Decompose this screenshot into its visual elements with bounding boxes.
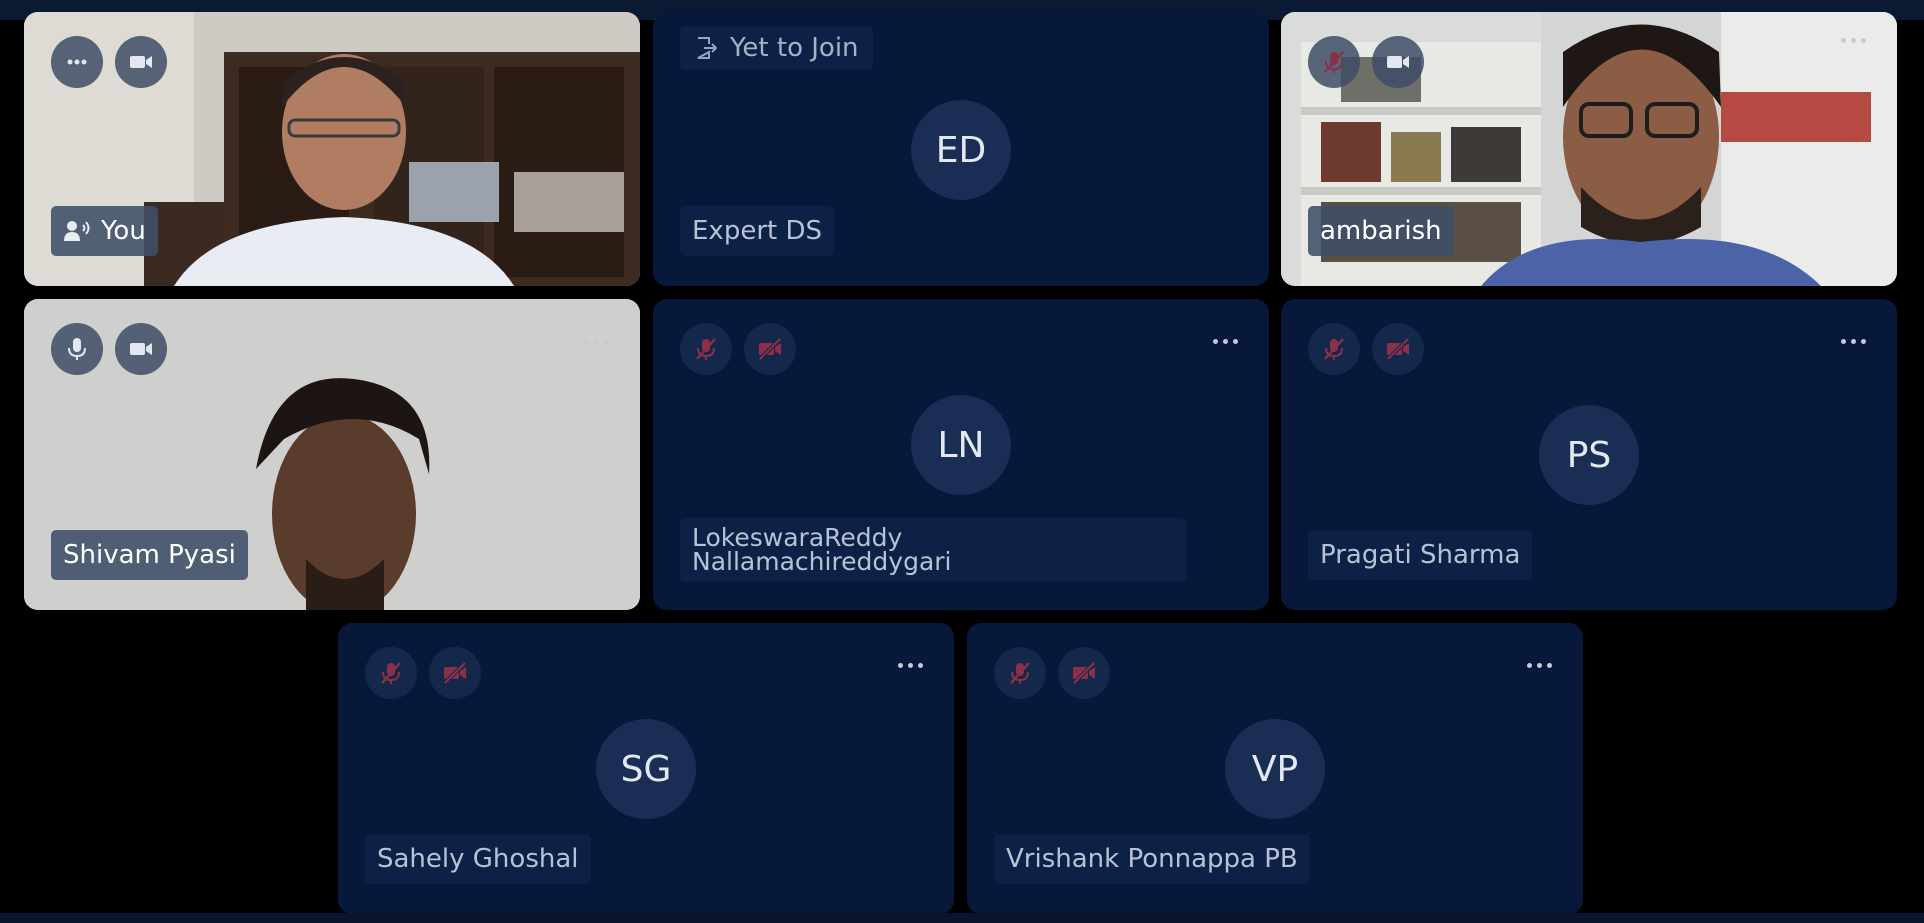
yet-to-join-status: Yet to Join (680, 26, 873, 70)
camera-status-button[interactable] (1372, 323, 1424, 375)
speaking-user-icon (64, 221, 90, 241)
video-camera-icon (130, 343, 152, 355)
participant-tile-sahely-ghoshal[interactable]: SG Sahely Ghoshal (338, 623, 954, 914)
participant-name: Shivam Pyasi (51, 530, 248, 580)
participant-tile-expert-ds[interactable]: Yet to Join ED Expert DS (653, 12, 1269, 286)
participant-name-line2: Nallamachireddygari (692, 547, 952, 576)
dot (1860, 37, 1866, 43)
microphone-muted-icon (1324, 51, 1344, 73)
video-camera-off-icon (1386, 337, 1410, 361)
more-options-button[interactable] (51, 36, 103, 88)
more-options-button[interactable] (1205, 329, 1245, 353)
participant-name-label: You (51, 206, 158, 256)
dot (1850, 338, 1856, 344)
mic-status-button[interactable] (1308, 36, 1360, 88)
more-options-button[interactable] (1833, 329, 1873, 353)
avatar-initials: LN (911, 395, 1011, 495)
more-options-button[interactable] (1833, 28, 1873, 52)
participant-name-label: LokeswaraReddy Nallamachireddygari (680, 518, 1186, 582)
camera-status-button[interactable] (1372, 36, 1424, 88)
dot (1526, 662, 1532, 668)
dot (1840, 37, 1846, 43)
video-camera-off-icon (443, 661, 467, 685)
dot (583, 338, 589, 344)
mic-status-button[interactable] (1308, 323, 1360, 375)
participant-tile-pragati-sharma[interactable]: PS Pragati Sharma (1281, 299, 1897, 610)
microphone-button[interactable] (51, 323, 103, 375)
more-options-button[interactable] (576, 329, 616, 353)
dot (1546, 662, 1552, 668)
microphone-muted-icon (1324, 338, 1344, 360)
participant-tile-you[interactable]: You (24, 12, 640, 286)
microphone-muted-icon (1010, 662, 1030, 684)
camera-toggle-button[interactable] (115, 36, 167, 88)
participant-name: Expert DS (680, 206, 834, 256)
status-text: Yet to Join (730, 33, 859, 63)
mic-status-button[interactable] (994, 647, 1046, 699)
camera-status-button[interactable] (1058, 647, 1110, 699)
video-camera-icon (130, 56, 152, 68)
door-exit-icon (697, 37, 718, 59)
video-camera-off-icon (1072, 661, 1096, 685)
video-camera-icon (1387, 56, 1409, 68)
video-camera-off-icon (758, 337, 782, 361)
dot (1840, 338, 1846, 344)
dot (917, 662, 923, 668)
mic-status-button[interactable] (365, 647, 417, 699)
participant-name: Vrishank Ponnappa PB (994, 834, 1310, 884)
microphone-muted-icon (381, 662, 401, 684)
more-options-button[interactable] (1519, 653, 1559, 677)
dot (1536, 662, 1542, 668)
avatar-initials: ED (911, 100, 1011, 200)
dot (1222, 338, 1228, 344)
dot (1850, 37, 1856, 43)
camera-status-button[interactable] (744, 323, 796, 375)
dot (1232, 338, 1238, 344)
mic-status-button[interactable] (680, 323, 732, 375)
participant-name: Sahely Ghoshal (365, 834, 591, 884)
dot (1860, 338, 1866, 344)
avatar-initials: VP (1225, 719, 1325, 819)
participant-tile-lokeswarareddy[interactable]: LN LokeswaraReddy Nallamachireddygari (653, 299, 1269, 610)
dot (897, 662, 903, 668)
participant-name: You (101, 216, 146, 246)
more-horizontal-icon (67, 59, 87, 65)
avatar-initials: SG (596, 719, 696, 819)
more-options-button[interactable] (890, 653, 930, 677)
dot (593, 338, 599, 344)
avatar-initials: PS (1539, 405, 1639, 505)
participant-tile-shivam-pyasi[interactable]: Shivam Pyasi (24, 299, 640, 610)
dot (1212, 338, 1218, 344)
participant-name: ambarish (1308, 206, 1454, 256)
participant-tile-ambarish[interactable]: ambarish (1281, 12, 1897, 286)
microphone-icon (68, 338, 86, 360)
camera-status-button[interactable] (429, 647, 481, 699)
dot (907, 662, 913, 668)
microphone-muted-icon (696, 338, 716, 360)
bottom-bar (0, 913, 1924, 923)
participant-tile-vrishank-ponnappa[interactable]: VP Vrishank Ponnappa PB (967, 623, 1583, 914)
camera-status-button[interactable] (115, 323, 167, 375)
dot (603, 338, 609, 344)
participant-name: Pragati Sharma (1308, 530, 1533, 580)
